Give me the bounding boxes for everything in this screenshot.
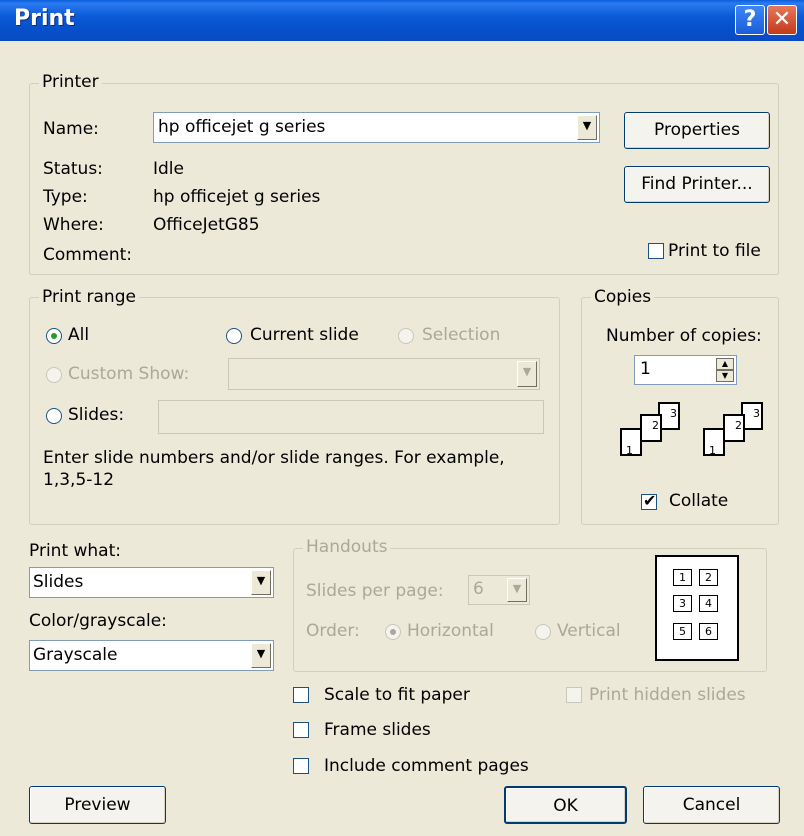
print-to-file-label: Print to file <box>668 241 761 261</box>
ok-button[interactable]: OK <box>504 786 627 824</box>
collate-label: Collate <box>669 491 729 511</box>
chevron-down-icon[interactable]: ▼ <box>577 115 597 140</box>
printer-name-select[interactable]: hp officejet g series ▼ <box>153 112 600 143</box>
handout-slide-5: 5 <box>673 623 692 640</box>
horizontal-radio[interactable] <box>385 624 401 640</box>
color-grayscale-label: Color/grayscale: <box>29 611 167 631</box>
custom-show-select[interactable]: ▼ <box>228 358 540 390</box>
include-comment-pages-checkbox[interactable] <box>293 758 309 774</box>
page-icon: 1 <box>703 428 725 457</box>
color-grayscale-value: Grayscale <box>33 645 118 665</box>
slides-per-page-value: 6 <box>473 579 484 599</box>
page-icon: 2 <box>723 414 745 442</box>
help-button[interactable]: ? <box>735 5 765 35</box>
chevron-down-icon[interactable]: ▼ <box>507 578 527 602</box>
current-slide-label: Current slide <box>250 325 359 345</box>
chevron-down-icon[interactable]: ▼ <box>251 643 271 668</box>
comment-label: Comment: <box>43 245 133 265</box>
handout-layout-preview: 1 2 3 4 5 6 <box>655 555 739 661</box>
printer-name-value: hp officejet g series <box>158 117 326 137</box>
name-label: Name: <box>43 119 99 139</box>
print-to-file-checkbox[interactable] <box>648 243 664 259</box>
chevron-down-icon[interactable]: ▼ <box>251 570 271 595</box>
print-hidden-slides-label: Print hidden slides <box>589 685 746 705</box>
spin-down-icon[interactable]: ▼ <box>716 370 734 382</box>
handout-slide-3: 3 <box>673 595 692 612</box>
chevron-down-icon[interactable]: ▼ <box>517 361 537 387</box>
printer-legend: Printer <box>39 72 102 92</box>
where-label: Where: <box>43 215 104 235</box>
custom-show-radio[interactable] <box>46 367 62 383</box>
color-grayscale-select[interactable]: Grayscale ▼ <box>29 640 274 671</box>
print-what-select[interactable]: Slides ▼ <box>29 567 274 598</box>
handouts-legend: Handouts <box>303 537 391 557</box>
collate-illustration-left: 3 2 1 <box>612 398 692 478</box>
type-label: Type: <box>43 187 88 207</box>
type-value: hp officejet g series <box>153 187 321 207</box>
handout-slide-4: 4 <box>699 595 718 612</box>
where-value: OfficeJetG85 <box>153 215 260 235</box>
slides-input[interactable] <box>158 400 544 434</box>
properties-button[interactable]: Properties <box>624 112 770 149</box>
slides-help-text-line2: 1,3,5-12 <box>43 470 115 490</box>
order-label: Order: <box>306 621 360 641</box>
window-title: Print <box>14 6 75 31</box>
copies-spinner[interactable]: 1 ▲ ▼ <box>634 355 737 385</box>
find-printer-button[interactable]: Find Printer... <box>624 166 770 203</box>
status-value: Idle <box>153 159 184 179</box>
slides-per-page-label: Slides per page: <box>306 581 444 601</box>
current-slide-radio[interactable] <box>226 328 242 344</box>
title-bar <box>0 0 804 41</box>
copies-legend: Copies <box>591 287 655 307</box>
copies-value: 1 <box>640 359 651 379</box>
slides-label: Slides: <box>68 405 125 425</box>
number-of-copies-label: Number of copies: <box>606 326 762 346</box>
vertical-radio[interactable] <box>535 624 551 640</box>
vertical-label: Vertical <box>557 621 621 641</box>
handout-slide-6: 6 <box>699 623 718 640</box>
horizontal-label: Horizontal <box>407 621 494 641</box>
page-icon: 1 <box>620 428 642 457</box>
spin-up-icon[interactable]: ▲ <box>716 358 734 370</box>
slides-help-text-line1: Enter slide numbers and/or slide ranges.… <box>43 448 505 468</box>
print-what-label: Print what: <box>29 541 121 561</box>
print-what-value: Slides <box>33 572 84 592</box>
all-label: All <box>68 325 90 345</box>
page-icon: 2 <box>640 414 662 442</box>
frame-slides-checkbox[interactable] <box>293 722 309 738</box>
status-label: Status: <box>43 159 103 179</box>
scale-to-fit-label: Scale to fit paper <box>324 685 470 705</box>
collate-checkbox[interactable]: ✔ <box>641 491 657 510</box>
print-range-legend: Print range <box>39 287 139 307</box>
preview-button[interactable]: Preview <box>29 786 166 824</box>
frame-slides-label: Frame slides <box>324 720 431 740</box>
all-radio[interactable] <box>46 328 62 344</box>
slides-per-page-select[interactable]: 6 ▼ <box>468 575 530 605</box>
handout-slide-2: 2 <box>699 569 718 586</box>
scale-to-fit-checkbox[interactable] <box>293 687 309 703</box>
selection-label: Selection <box>422 325 501 345</box>
print-hidden-slides-checkbox[interactable] <box>566 687 582 703</box>
collate-illustration-right: 3 2 1 <box>695 398 775 478</box>
include-comment-pages-label: Include comment pages <box>324 756 529 776</box>
handout-slide-1: 1 <box>673 569 692 586</box>
custom-show-label: Custom Show: <box>68 364 190 384</box>
close-button[interactable]: ✕ <box>767 5 797 35</box>
cancel-button[interactable]: Cancel <box>643 786 780 824</box>
selection-radio[interactable] <box>398 328 414 344</box>
slides-radio[interactable] <box>46 408 62 424</box>
